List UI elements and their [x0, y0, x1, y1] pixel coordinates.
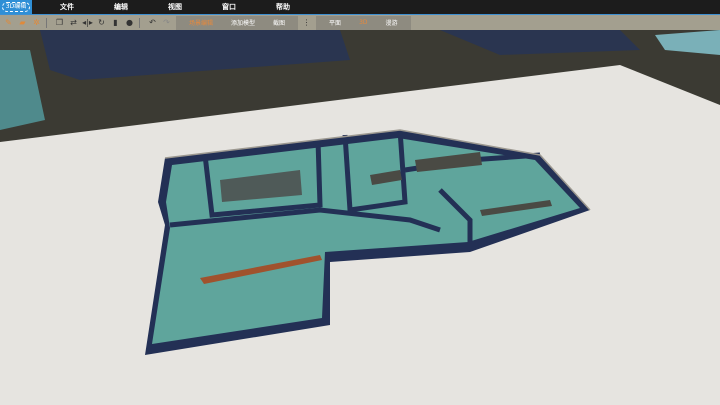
view-mode-group: 平面 3D 漫游	[316, 15, 411, 30]
sync-icon[interactable]: ⇄	[68, 18, 79, 27]
divider	[139, 17, 140, 28]
rotate-icon[interactable]: ↻	[96, 18, 107, 27]
delete-icon[interactable]: ▮	[110, 18, 121, 27]
settings-icon[interactable]: ✲	[31, 18, 42, 27]
menu-file[interactable]: 文件	[60, 2, 74, 12]
toolbar: ✎ ▰ ✲ ❐ ⇄ ◂|▸ ↻ ▮ ● ↶ ↷ 场景编辑 添加模型 截图 ⋮ 平…	[0, 14, 720, 30]
info-icon[interactable]: ●	[124, 18, 135, 27]
menu-window[interactable]: 窗口	[222, 2, 236, 12]
menu-bar: 3D编辑 文件 编辑 视图 窗口 帮助	[0, 0, 720, 14]
logo-text: 3D编辑	[1, 2, 31, 12]
roam-button[interactable]: 漫游	[377, 18, 407, 27]
plan-view-button[interactable]: 平面	[320, 18, 350, 27]
add-model-button[interactable]: 添加模型	[222, 18, 264, 27]
undo-icon[interactable]: ↶	[147, 18, 158, 27]
scene-edit-button[interactable]: 场景编辑	[180, 18, 222, 27]
screenshot-button[interactable]: 截图	[264, 18, 294, 27]
3d-view-button[interactable]: 3D	[350, 19, 376, 26]
open-icon[interactable]: ▰	[17, 18, 28, 27]
mirror-icon[interactable]: ◂|▸	[82, 18, 93, 27]
copy-icon[interactable]: ❐	[54, 18, 65, 27]
app-logo[interactable]: 3D编辑	[0, 0, 32, 14]
3d-viewport[interactable]	[0, 30, 720, 405]
redo-icon[interactable]: ↷	[161, 18, 172, 27]
menu-help[interactable]: 帮助	[276, 2, 290, 12]
divider	[46, 17, 47, 28]
edit-group: 场景编辑 添加模型 截图	[176, 15, 299, 30]
more-icon[interactable]: ⋮	[301, 18, 312, 27]
new-icon[interactable]: ✎	[3, 18, 14, 27]
menu-edit[interactable]: 编辑	[114, 2, 128, 12]
menu-view[interactable]: 视图	[168, 2, 182, 12]
